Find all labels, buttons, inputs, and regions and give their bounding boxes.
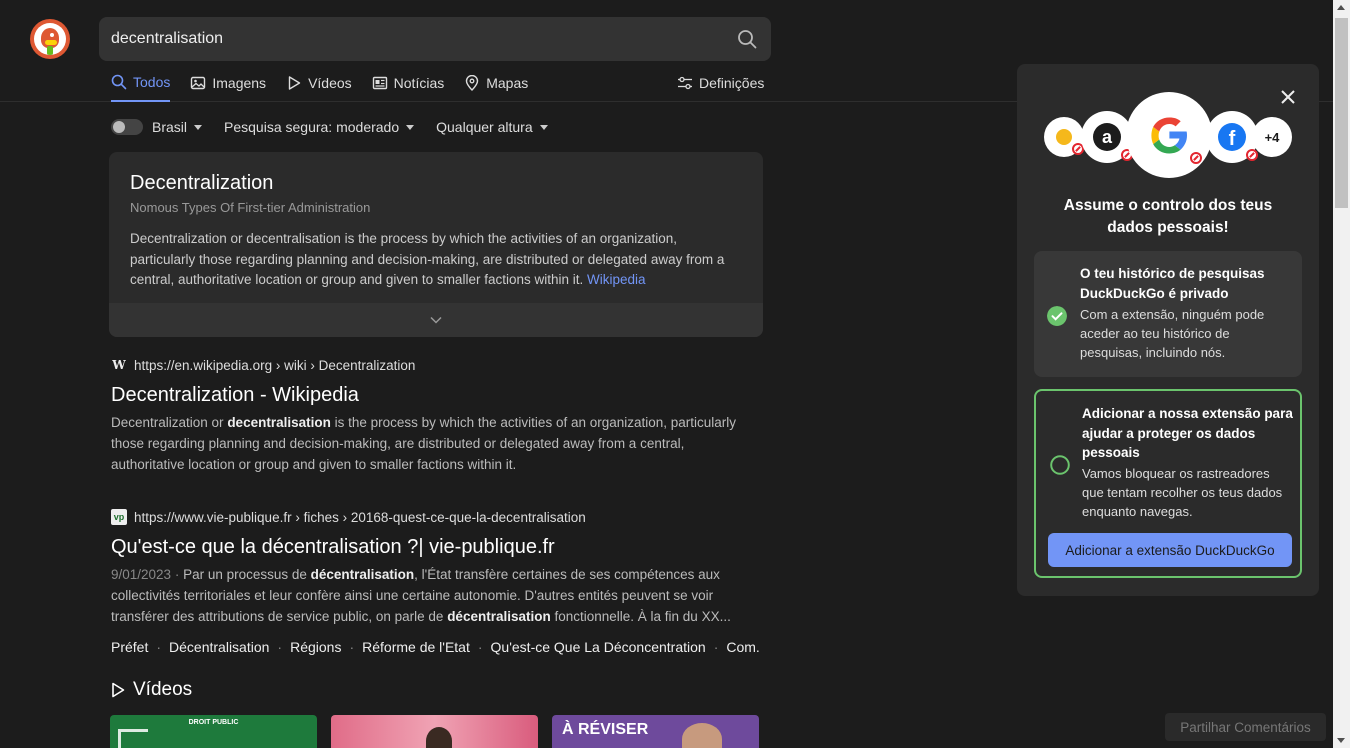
tab-label: Todos <box>133 74 171 90</box>
popup-title: Assume o controlo dos teus dados pessoai… <box>1063 197 1273 236</box>
search-bar <box>99 17 771 61</box>
card-title: Adicionar a nossa extensão para ajudar a… <box>1082 406 1293 460</box>
sitelink[interactable]: Préfet <box>111 639 148 655</box>
checkmark-icon <box>1047 306 1067 326</box>
scrollbar-thumb[interactable] <box>1335 18 1348 208</box>
video-thumbnail[interactable] <box>331 715 538 748</box>
play-icon <box>112 682 125 698</box>
tab-maps[interactable]: Mapas <box>464 68 528 98</box>
result-sitelinks: Préfet · Décentralisation · Régions · Réfor… <box>111 639 761 655</box>
empty-circle-icon <box>1050 455 1070 475</box>
sliders-icon <box>678 76 692 90</box>
wikipedia-favicon-icon: W <box>112 358 126 372</box>
panel-subtitle: Nomous Types Of First-tier Administratio… <box>130 200 371 215</box>
tab-news[interactable]: Notícias <box>372 68 445 98</box>
tab-label: Vídeos <box>308 75 352 91</box>
safe-search-label: Pesquisa segura: moderado <box>224 119 400 135</box>
result-url-text: https://en.wikipedia.org › wiki › Decent… <box>134 357 416 373</box>
vie-publique-favicon-icon: vp <box>111 509 127 525</box>
region-toggle[interactable] <box>111 119 143 135</box>
facebook-icon: f <box>1206 111 1258 163</box>
privacy-info-card: O teu histórico de pesquisas DuckDuckGo … <box>1034 251 1302 377</box>
sitelink[interactable]: Décentralisation <box>169 639 269 655</box>
tab-images[interactable]: Imagens <box>190 68 266 98</box>
region-filter[interactable]: Brasil <box>152 119 203 135</box>
card-text: Com a extensão, ninguém pode aceder ao t… <box>1080 307 1265 360</box>
search-input[interactable] <box>111 17 721 61</box>
tab-label: Imagens <box>212 75 267 91</box>
chevron-down-icon <box>430 316 442 324</box>
map-pin-icon <box>466 75 479 91</box>
duck-icon <box>34 23 66 55</box>
add-extension-card: Adicionar a nossa extensão para ajudar a… <box>1034 389 1302 578</box>
expand-panel-button[interactable] <box>109 303 763 337</box>
tab-label: Notícias <box>393 75 445 91</box>
extension-promo-popup: a f +4 Assume o controlo dos teus dados … <box>1017 64 1319 596</box>
scroll-up-icon[interactable] <box>1337 5 1345 10</box>
tab-label: Mapas <box>486 75 529 91</box>
caret-down-icon <box>539 124 548 130</box>
caret-down-icon <box>194 124 203 130</box>
result-date: 9/01/2023 <box>111 567 172 582</box>
video-thumbnail[interactable]: À RÉVISER <box>552 715 759 748</box>
result-snippet: 9/01/2023 · Par un processus de décentra… <box>111 567 731 624</box>
knowledge-panel: Decentralization Nomous Types Of First-t… <box>109 152 763 337</box>
settings-link[interactable]: Definições <box>677 68 764 98</box>
panel-description: Decentralization or decentralisation is … <box>130 229 740 291</box>
thumbnail-text: À RÉVISER <box>562 721 649 738</box>
sitelink[interactable]: Qu'est-ce Que La Déconcentration <box>491 639 706 655</box>
result-title-link[interactable]: Decentralization - Wikipedia <box>111 382 761 408</box>
sitelink[interactable]: Com... <box>726 639 761 655</box>
result-url-text: https://www.vie-publique.fr › fiches › 2… <box>134 509 586 525</box>
search-result: vp https://www.vie-publique.fr › fiches … <box>111 508 761 655</box>
sitelink[interactable]: Régions <box>290 639 341 655</box>
more-trackers-count: +4 <box>1252 117 1292 157</box>
safe-search-filter[interactable]: Pesquisa segura: moderado <box>224 119 415 135</box>
image-icon <box>191 76 206 90</box>
sitelink[interactable]: Réforme de l'Etat <box>362 639 470 655</box>
videos-section-heading[interactable]: Vídeos <box>111 679 192 701</box>
search-result: W https://en.wikipedia.org › wiki › Dece… <box>111 356 761 475</box>
google-icon <box>1126 92 1212 178</box>
tracker-brands: a f +4 <box>1044 92 1292 180</box>
tab-videos[interactable]: Vídeos <box>286 68 352 98</box>
time-label: Qualquer altura <box>436 119 533 135</box>
settings-label: Definições <box>699 75 765 91</box>
blocked-icon <box>1190 152 1202 164</box>
search-icon[interactable] <box>737 29 757 49</box>
play-icon <box>288 76 301 90</box>
search-filters: Brasil Pesquisa segura: moderado Qualque… <box>111 116 570 138</box>
panel-title: Decentralization <box>130 172 274 194</box>
page-scrollbar[interactable] <box>1333 0 1350 748</box>
thumbnail-text: DROIT PUBLIC <box>188 719 239 726</box>
tab-all[interactable]: Todos <box>111 68 171 102</box>
search-tabs: Todos Imagens Vídeos Notícias Mapas <box>111 68 548 102</box>
time-filter[interactable]: Qualquer altura <box>436 119 548 135</box>
region-label: Brasil <box>152 119 188 135</box>
caret-down-icon <box>406 124 415 130</box>
card-title: O teu histórico de pesquisas DuckDuckGo … <box>1080 266 1265 301</box>
search-icon <box>111 74 127 90</box>
card-text: Vamos bloquear os rastreadores que tenta… <box>1082 466 1283 519</box>
result-url[interactable]: W https://en.wikipedia.org › wiki › Dece… <box>111 356 761 374</box>
result-url[interactable]: vp https://www.vie-publique.fr › fiches … <box>111 508 761 526</box>
bing-icon <box>1044 117 1084 157</box>
share-feedback-button[interactable]: Partilhar Comentários <box>1165 713 1326 741</box>
wikipedia-link[interactable]: Wikipedia <box>587 272 646 287</box>
video-thumbnail[interactable]: DROIT PUBLIC <box>110 715 317 748</box>
add-extension-button[interactable]: Adicionar a extensão DuckDuckGo <box>1048 533 1292 567</box>
blocked-icon <box>1246 149 1258 161</box>
duckduckgo-logo[interactable] <box>30 19 70 59</box>
result-title-link[interactable]: Qu'est-ce que la décentralisation ?| vie… <box>111 534 761 560</box>
news-icon <box>372 76 387 90</box>
videos-heading-label: Vídeos <box>133 679 193 700</box>
scroll-down-icon[interactable] <box>1337 738 1345 743</box>
result-snippet: Decentralization or decentralisation is … <box>111 415 737 472</box>
